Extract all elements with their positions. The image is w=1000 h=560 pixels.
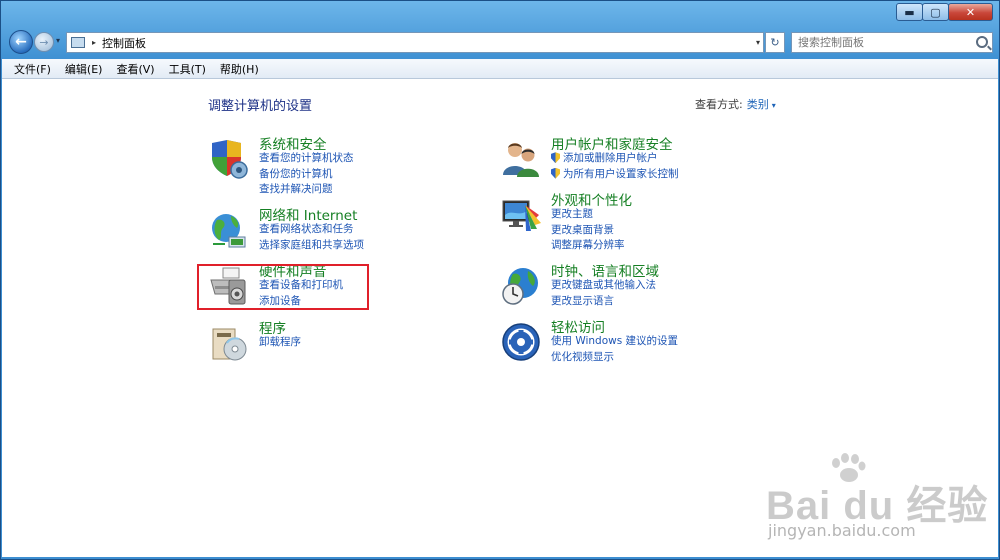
task-link[interactable]: 添加或删除用户帐户 <box>551 150 679 166</box>
uac-shield-icon <box>551 167 560 179</box>
task-link[interactable]: 调整屏幕分辨率 <box>551 237 625 253</box>
address-dropdown-button[interactable]: ▾ <box>756 38 760 47</box>
category-links: 使用 Windows 建议的设置 优化视频显示 <box>551 333 678 364</box>
breadcrumb-control-panel[interactable]: 控制面板 <box>102 35 146 51</box>
maximize-button[interactable]: ▢ <box>922 3 949 21</box>
ease-of-access-icon[interactable] <box>501 322 541 362</box>
view-by-label: 查看方式: <box>695 98 743 111</box>
task-link[interactable]: 更改主题 <box>551 206 625 222</box>
category-links: 查看您的计算机状态 备份您的计算机 查找并解决问题 <box>259 150 354 197</box>
highlight-annotation-box <box>197 264 369 310</box>
search-input[interactable] <box>796 35 970 50</box>
clock-globe-icon[interactable] <box>501 266 541 306</box>
category-links: 卸载程序 <box>259 334 301 350</box>
control-panel-window: ▬ ▢ ✕ ← → ▾ ▸ 控制面板 ▾ ↻ 文件(F) 编辑(E) 查看(V)… <box>0 0 1000 560</box>
category-links: 更改主题 更改桌面背景 调整屏幕分辨率 <box>551 206 625 253</box>
chevron-down-icon[interactable]: ▾ <box>772 101 776 110</box>
shield-computer-icon[interactable] <box>209 139 249 179</box>
control-panel-icon <box>71 37 85 48</box>
menu-view[interactable]: 查看(V) <box>109 61 161 77</box>
task-link[interactable]: 使用 Windows 建议的设置 <box>551 333 678 349</box>
search-icon[interactable] <box>976 36 988 48</box>
menu-file[interactable]: 文件(F) <box>2 61 58 77</box>
task-link[interactable]: 卸载程序 <box>259 334 301 350</box>
forward-button[interactable]: → <box>34 32 54 52</box>
page-title: 调整计算机的设置 <box>208 99 313 114</box>
address-bar[interactable]: ▸ 控制面板 ▾ <box>66 32 764 53</box>
task-link[interactable]: 选择家庭组和共享选项 <box>259 237 364 253</box>
minimize-button[interactable]: ▬ <box>896 3 923 21</box>
category-links: 查看网络状态和任务 选择家庭组和共享选项 <box>259 221 364 252</box>
network-globe-icon[interactable] <box>209 210 249 250</box>
task-link[interactable]: 更改键盘或其他输入法 <box>551 277 656 293</box>
task-link[interactable]: 更改桌面背景 <box>551 222 625 238</box>
view-by-control: 查看方式: 类别 ▾ <box>695 96 776 112</box>
navigation-bar: ← → ▾ ▸ 控制面板 ▾ ↻ <box>1 29 999 55</box>
recent-pages-dropdown[interactable]: ▾ <box>56 36 60 45</box>
task-link[interactable]: 查看您的计算机状态 <box>259 150 354 166</box>
task-link[interactable]: 为所有用户设置家长控制 <box>551 166 679 182</box>
menu-help[interactable]: 帮助(H) <box>213 61 266 77</box>
back-button[interactable]: ← <box>9 30 33 54</box>
task-link[interactable]: 优化视频显示 <box>551 349 678 365</box>
view-by-dropdown[interactable]: 类别 <box>747 98 769 111</box>
task-link[interactable]: 查看网络状态和任务 <box>259 221 364 237</box>
refresh-button[interactable]: ↻ <box>765 32 785 53</box>
task-link[interactable]: 备份您的计算机 <box>259 166 354 182</box>
breadcrumb-separator[interactable]: ▸ <box>92 38 96 47</box>
task-link[interactable]: 查找并解决问题 <box>259 181 354 197</box>
search-box[interactable] <box>791 32 993 53</box>
category-links: 添加或删除用户帐户 为所有用户设置家长控制 <box>551 150 679 181</box>
menu-tools[interactable]: 工具(T) <box>162 61 213 77</box>
baidu-jingyan-watermark: Bai du 经验 jingyan.baidu.com <box>766 453 987 553</box>
menu-bar: 文件(F) 编辑(E) 查看(V) 工具(T) 帮助(H) <box>2 59 998 79</box>
user-accounts-icon[interactable] <box>501 139 541 179</box>
appearance-monitor-icon[interactable] <box>501 195 541 235</box>
watermark-url: jingyan.baidu.com <box>768 521 916 540</box>
programs-disc-icon[interactable] <box>209 323 249 363</box>
category-links: 更改键盘或其他输入法 更改显示语言 <box>551 277 656 308</box>
menu-edit[interactable]: 编辑(E) <box>58 61 110 77</box>
task-link[interactable]: 更改显示语言 <box>551 293 656 309</box>
caption-buttons: ▬ ▢ ✕ <box>896 3 993 21</box>
uac-shield-icon <box>551 152 560 164</box>
close-button[interactable]: ✕ <box>948 3 993 21</box>
